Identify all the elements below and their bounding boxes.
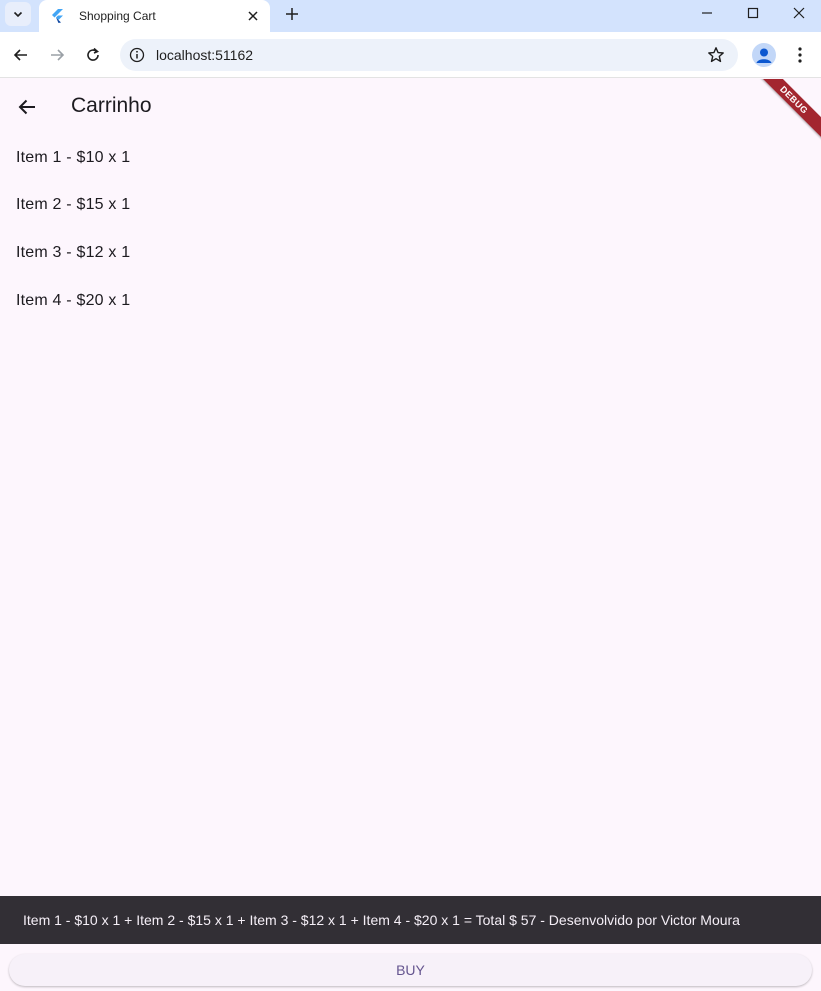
url-text[interactable]: localhost:51162 [156,47,706,63]
plus-icon [286,8,298,20]
app-viewport: Carrinho Item 1 - $10 x 1 Item 2 - $15 x… [0,79,821,991]
forward-button[interactable] [43,41,71,69]
arrow-left-icon [13,49,27,61]
arrow-right-icon [51,49,65,61]
star-icon[interactable] [706,45,726,65]
maximize-icon [747,7,759,19]
flutter-icon [49,8,65,24]
browser-menu-button[interactable] [788,43,812,67]
address-bar[interactable]: localhost:51162 [120,39,738,71]
close-icon [793,7,805,19]
list-item: Item 2 - $15 x 1 [16,196,131,213]
kebab-menu-icon [798,47,802,63]
page-title: Carrinho [71,94,152,117]
chevron-down-icon [13,11,23,18]
tab-close-button[interactable] [244,7,262,25]
reload-icon [87,47,99,61]
snackbar-text: Item 1 - $10 x 1 + Item 2 - $15 x 1 + It… [23,912,740,928]
browser-toolbar: localhost:51162 [0,32,821,78]
browser-tab-strip: Shopping Cart [0,0,821,32]
info-icon[interactable] [128,46,146,64]
reload-button[interactable] [79,41,107,69]
close-window-button[interactable] [776,0,821,26]
new-tab-button[interactable] [280,2,304,26]
tab-search-button[interactable] [5,2,31,26]
maximize-button[interactable] [730,0,776,26]
cart-item-list: Item 1 - $10 x 1 Item 2 - $15 x 1 Item 3… [0,135,821,325]
avatar-icon [756,48,772,63]
minimize-icon [702,12,712,14]
app-bar: Carrinho [0,79,821,135]
list-item: Item 3 - $12 x 1 [16,244,131,261]
list-item: Item 4 - $20 x 1 [16,292,131,309]
back-button[interactable] [7,41,35,69]
close-icon [248,11,258,21]
tab-title: Shopping Cart [79,9,156,23]
app-back-button[interactable] [11,91,43,123]
profile-avatar[interactable] [752,43,776,67]
browser-tab-active[interactable]: Shopping Cart [39,0,270,32]
buy-button[interactable]: BUY [9,954,812,986]
arrow-left-icon [18,99,35,115]
snackbar: Item 1 - $10 x 1 + Item 2 - $15 x 1 + It… [0,896,821,944]
minimize-button[interactable] [684,0,730,26]
list-item: Item 1 - $10 x 1 [16,149,131,166]
